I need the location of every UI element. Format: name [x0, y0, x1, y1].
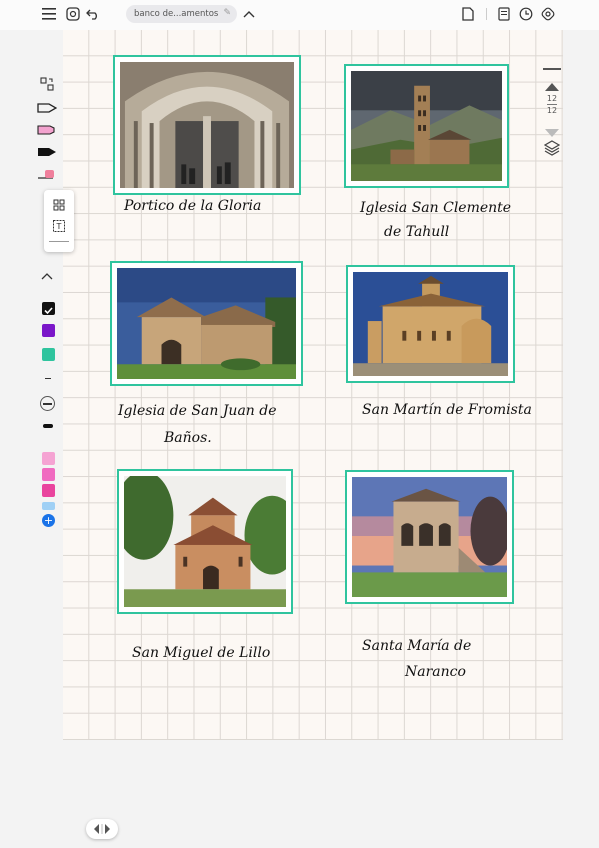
color-swatch-black[interactable] [42, 302, 55, 315]
color-swatch-teal[interactable] [42, 348, 55, 361]
caption-portico: Portico de la Gloria [124, 198, 262, 214]
photo-naranco [352, 477, 507, 597]
marker-tool-icon[interactable] [36, 144, 58, 160]
scroll-top-bar [543, 68, 561, 70]
timer-icon[interactable] [517, 5, 535, 23]
pen-tool-icon[interactable] [36, 100, 58, 116]
divider [49, 241, 69, 242]
collapse-chevron-icon[interactable] [36, 268, 58, 284]
page-total: 12 [546, 106, 558, 115]
page-indicator: 12 12 [540, 93, 564, 116]
page-current: 12 [546, 94, 558, 103]
caption-tahull-line1: Iglesia San Clemente [360, 200, 512, 216]
color-swatch-magenta[interactable] [42, 484, 55, 497]
read-mode-icon[interactable] [495, 5, 513, 23]
image-insert-icon[interactable] [53, 196, 65, 215]
caption-lillo: San Miguel de Lillo [132, 645, 271, 661]
eraser-tool-icon[interactable] [36, 166, 58, 182]
image-san-miguel-de-lillo[interactable] [117, 469, 293, 614]
color-swatch-pink[interactable] [42, 468, 55, 481]
highlighter-tool-icon[interactable] [36, 122, 58, 138]
caption-naranco-line2: Naranco [405, 664, 466, 680]
svg-text:T: T [56, 222, 62, 231]
stroke-width-medium[interactable] [40, 396, 55, 411]
stroke-width-thick[interactable] [43, 424, 53, 428]
menu-icon[interactable] [40, 5, 58, 23]
page-navigator: 12 12 [540, 66, 564, 166]
image-san-martin-de-fromista[interactable] [346, 265, 515, 383]
text-box-icon[interactable]: T [53, 217, 65, 236]
caption-naranco-line1: Santa María de [362, 638, 472, 654]
divider [486, 8, 487, 20]
page-scroll-control[interactable] [86, 819, 118, 839]
color-swatch-purple[interactable] [42, 324, 55, 337]
image-san-juan-de-banos[interactable] [110, 261, 303, 386]
settings-icon[interactable] [539, 5, 557, 23]
photo-lillo [124, 476, 286, 607]
tool-popup: T [44, 190, 74, 252]
caption-banos-line1: Iglesia de San Juan de [118, 403, 277, 419]
stroke-width-thin[interactable] [45, 378, 51, 379]
photo-banos [117, 268, 296, 379]
caption-banos-line2: Baños. [164, 430, 212, 446]
document-title[interactable]: banco de...amentos ✎ [126, 5, 237, 23]
document-title-text: banco de...amentos [134, 9, 219, 19]
caption-fromista: San Martín de Fromista [362, 402, 532, 418]
add-color-icon[interactable]: + [42, 514, 55, 527]
color-swatch-light-blue[interactable] [42, 502, 55, 510]
page-icon[interactable] [459, 5, 477, 23]
image-san-clemente-de-tahull[interactable] [344, 64, 509, 188]
photo-fromista [353, 272, 508, 376]
color-swatch-light-pink[interactable] [42, 452, 55, 465]
undo-icon[interactable] [84, 5, 102, 23]
edit-icon[interactable]: ✎ [223, 8, 231, 18]
photo-portico [120, 62, 294, 188]
photo-tahull [351, 71, 502, 181]
layers-icon[interactable] [543, 140, 561, 160]
image-portico-de-la-gloria[interactable] [113, 55, 301, 195]
chevron-up-icon[interactable] [240, 5, 258, 23]
page-background [63, 740, 563, 848]
ai-icon[interactable] [64, 5, 82, 23]
top-toolbar: banco de...amentos ✎ [0, 0, 599, 30]
lasso-select-icon[interactable] [36, 76, 58, 92]
image-santa-maria-de-naranco[interactable] [345, 470, 514, 604]
caption-tahull-line2: de Tahull [384, 224, 450, 240]
